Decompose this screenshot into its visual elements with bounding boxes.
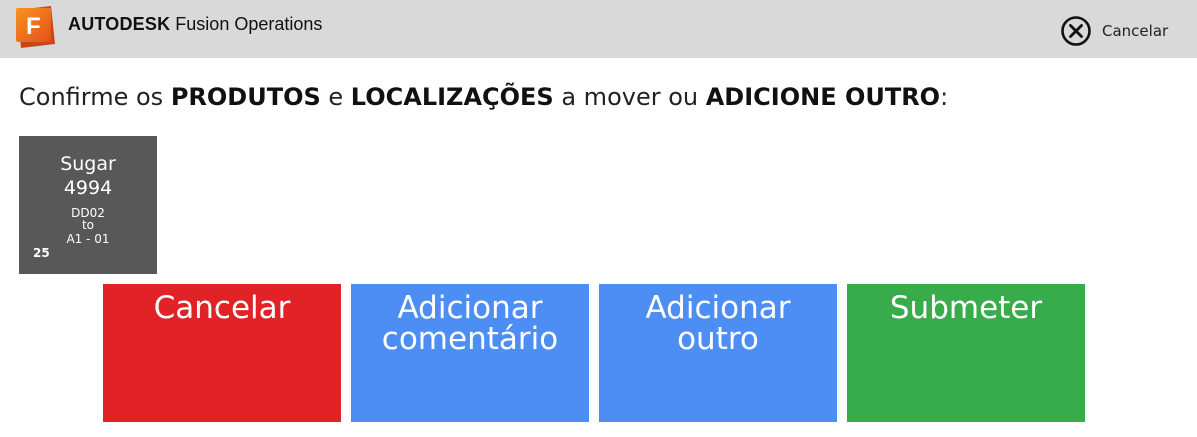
prompt-bold-products: PRODUTOS xyxy=(170,83,321,111)
prompt-text-1: Confirme os xyxy=(19,83,171,111)
add-other-label-2: outro xyxy=(677,321,759,357)
app-title: AUTODESK Fusion Operations xyxy=(68,13,322,35)
page-instruction: Confirme os PRODUTOS e LOCALIZAÇÕES a mo… xyxy=(19,82,948,112)
to-word: to xyxy=(81,218,95,232)
fusion-logo-icon: F xyxy=(16,6,55,48)
top-bar: F AUTODESK Fusion Operations Cancelar xyxy=(0,0,1197,58)
add-other-button[interactable]: Adicionar outro xyxy=(599,284,837,422)
prompt-bold-locations: LOCALIZAÇÕES xyxy=(350,83,554,111)
prompt-text-2: e xyxy=(320,83,351,111)
to-location: A1 - 01 xyxy=(66,232,110,246)
add-comment-label-2: comentário xyxy=(381,321,559,357)
header-cancel-button[interactable]: Cancelar xyxy=(1060,15,1168,47)
product-number: 4994 xyxy=(63,177,113,199)
submit-button[interactable]: Submeter xyxy=(847,284,1085,422)
prompt-text-3: a mover ou xyxy=(553,83,706,111)
cancel-button-label: Cancelar xyxy=(153,290,291,326)
close-circle-icon xyxy=(1061,16,1091,46)
brand-name: AUTODESK xyxy=(68,14,171,34)
product-name: Fusion Operations xyxy=(175,14,323,34)
cancel-button[interactable]: Cancelar xyxy=(103,284,341,422)
prompt-bold-add-other: ADICIONE OUTRO xyxy=(705,83,941,111)
prompt-text-4: : xyxy=(940,83,949,111)
svg-text:F: F xyxy=(26,13,41,40)
add-comment-button[interactable]: Adicionar comentário xyxy=(351,284,589,422)
product-name: Sugar xyxy=(60,153,116,175)
quantity: 25 xyxy=(33,246,50,260)
add-other-label-1: Adicionar xyxy=(645,290,791,326)
header-cancel-label: Cancelar xyxy=(1102,22,1169,40)
product-move-tile[interactable]: Sugar 4994 DD02 to A1 - 01 25 xyxy=(19,136,157,274)
add-comment-label-1: Adicionar xyxy=(397,290,543,326)
submit-button-label: Submeter xyxy=(889,290,1043,326)
